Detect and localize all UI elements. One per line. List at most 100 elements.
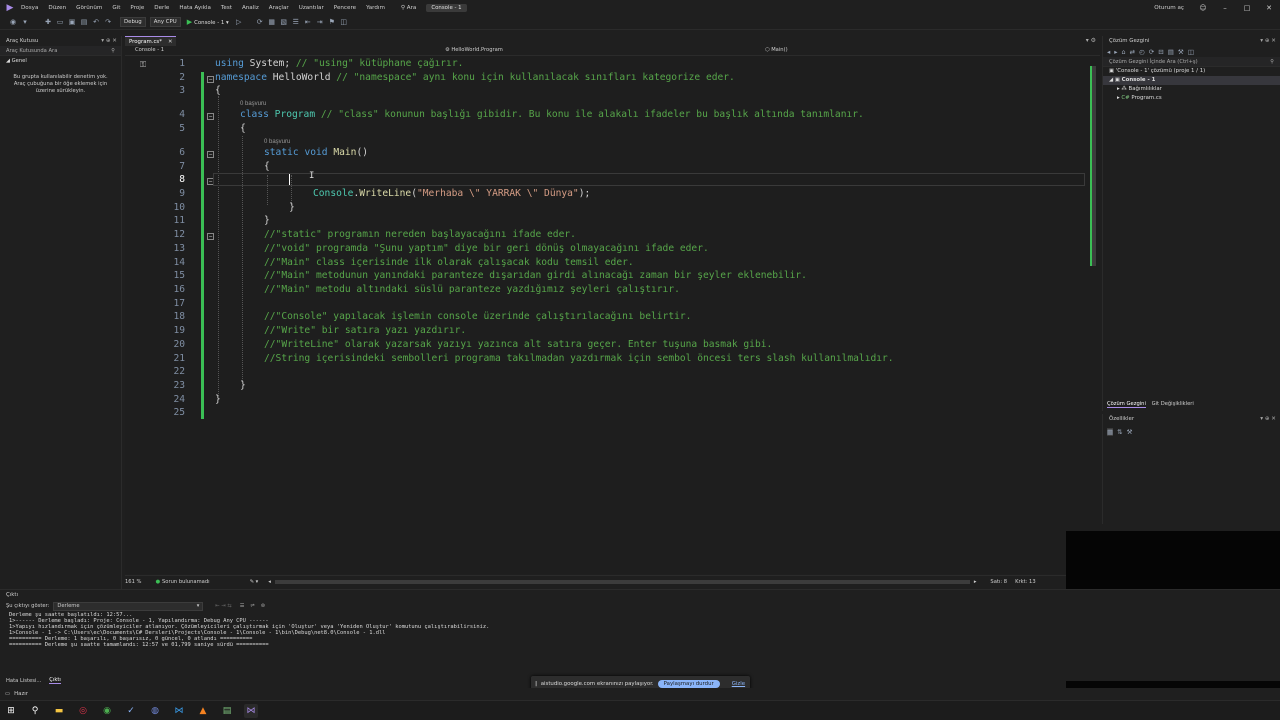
codelens-references[interactable]: 0 başvuru	[264, 139, 290, 145]
tab-error-list[interactable]: Hata Listesi...	[6, 678, 41, 684]
fold-toggle-icon[interactable]: −	[207, 151, 214, 158]
menu-git[interactable]: Git	[112, 5, 120, 11]
brush-icon[interactable]: ✎ ▾	[250, 579, 259, 585]
output-nav-icons[interactable]: ⇤ ⇥ ⇆	[215, 603, 231, 609]
search-button[interactable]: ⚲ Ara	[401, 5, 416, 11]
menu-test[interactable]: Test	[221, 5, 232, 11]
home-icon[interactable]: ⌂	[1122, 48, 1126, 56]
member-dropdown[interactable]: ⬡ Main()	[765, 47, 788, 53]
discord-icon[interactable]: ◍	[148, 704, 162, 718]
tab-program-cs[interactable]: Program.cs* ✕	[125, 36, 177, 46]
menu-file[interactable]: Dosya	[21, 5, 38, 11]
properties-icon[interactable]: ⚒	[1178, 48, 1184, 56]
new-item-icon[interactable]: ✚	[43, 17, 53, 27]
open-icon[interactable]: ▭	[55, 17, 65, 27]
maximize-button[interactable]: □	[1236, 4, 1258, 12]
platform-select[interactable]: Any CPU	[149, 17, 181, 27]
editor-vertical-scrollbar[interactable]	[1087, 56, 1100, 574]
toolbar-icon-a[interactable]: ▦	[267, 17, 277, 27]
drag-handle-icon[interactable]: ‖	[535, 681, 538, 687]
class-dropdown[interactable]: ⚙ HelloWorld.Program	[445, 47, 503, 53]
scroll-right-icon[interactable]: ▸	[974, 579, 977, 585]
clear-all-icon[interactable]: ☰	[240, 603, 245, 609]
toolbar-icon-f[interactable]: ◫	[339, 17, 349, 27]
project-dropdown[interactable]: Console - 1	[135, 47, 164, 53]
show-all-files-icon[interactable]: ▤	[1168, 48, 1174, 56]
menu-edit[interactable]: Düzen	[48, 5, 66, 11]
menu-extensions[interactable]: Uzantılar	[299, 5, 324, 11]
tree-solution-node[interactable]: ▣ 'Console - 1' çözümü (proje 1 / 1)	[1103, 67, 1280, 76]
output-source-select[interactable]: Derleme ▾	[53, 601, 204, 611]
tab-output[interactable]: Çıktı	[49, 677, 61, 684]
chrome-icon[interactable]: ◉	[100, 704, 114, 718]
run-button[interactable]: ▶ Console - 1 ▾	[187, 18, 229, 26]
tree-project-node[interactable]: ◢ ▣ Console - 1	[1103, 76, 1280, 85]
alphabetical-icon[interactable]: ⇅	[1117, 428, 1122, 436]
config-select[interactable]: Debug	[120, 17, 146, 27]
property-pages-icon[interactable]: ⚒	[1127, 428, 1133, 436]
close-tab-icon[interactable]: ✕	[168, 38, 173, 46]
fold-toggle-icon[interactable]: −	[207, 113, 214, 120]
collapse-all-icon[interactable]: ⊟	[1158, 48, 1163, 56]
tab-solution-explorer[interactable]: Çözüm Gezgini	[1107, 401, 1146, 408]
visual-studio-code-icon[interactable]: ⋈	[172, 704, 186, 718]
hot-reload-icon[interactable]: ⟳	[255, 17, 265, 27]
back-icon[interactable]: ◂	[1107, 48, 1110, 56]
fold-toggle-icon[interactable]: −	[207, 233, 214, 240]
zoom-level[interactable]: 161 %	[125, 579, 141, 585]
switch-views-icon[interactable]: ⇄	[1130, 48, 1135, 56]
solution-search-input[interactable]: Çözüm Gezgini İçinde Ara (Ctrl+ş) ⚲	[1103, 57, 1280, 67]
tab-git-changes[interactable]: Git Değişiklikleri	[1152, 401, 1194, 407]
menu-view[interactable]: Görünüm	[76, 5, 102, 11]
categorized-icon[interactable]: ▦	[1107, 427, 1114, 436]
pending-changes-icon[interactable]: ◴	[1139, 48, 1145, 56]
menu-tools[interactable]: Araçlar	[269, 5, 289, 11]
windows-icon[interactable]: ⊞	[4, 704, 18, 718]
redo-icon[interactable]: ↷	[103, 17, 113, 27]
hide-share-bar-link[interactable]: Gizle	[732, 681, 745, 687]
toolbar-icon-b[interactable]: ▧	[279, 17, 289, 27]
close-button[interactable]: ✕	[1258, 4, 1280, 12]
save-icon[interactable]: ▣	[67, 17, 77, 27]
menu-debug[interactable]: Hata Ayıkla	[179, 5, 211, 11]
menu-project[interactable]: Proje	[130, 5, 144, 11]
toolbar-icon-e[interactable]: ⇥	[315, 17, 325, 27]
menu-window[interactable]: Pencere	[334, 5, 356, 11]
toolbar-icon-c[interactable]: ☰	[291, 17, 301, 27]
opera-gx-icon[interactable]: ◎	[76, 704, 90, 718]
menu-analyze[interactable]: Analiz	[242, 5, 259, 11]
preview-icon[interactable]: ◫	[1188, 48, 1194, 56]
navigate-back-icon[interactable]: ◉	[8, 17, 18, 27]
scroll-left-icon[interactable]: ◂	[268, 579, 271, 585]
save-all-icon[interactable]: ▤	[79, 17, 89, 27]
minimize-button[interactable]: –	[1214, 4, 1236, 12]
panel-controls-icon[interactable]: ▾ ⊕ ✕	[1260, 414, 1276, 424]
toolbox-group-general[interactable]: ◢ Genel	[0, 56, 121, 66]
signin-link[interactable]: Oturum aç	[1154, 5, 1184, 11]
tree-file-node[interactable]: ▸ C# Program.cs	[1103, 94, 1280, 103]
filter-icon[interactable]: ⊜	[261, 603, 265, 609]
navigate-forward-icon[interactable]: ▾	[20, 17, 30, 27]
panel-controls-icon[interactable]: ▾ ⊕ ✕	[1260, 36, 1276, 46]
fold-toggle-icon[interactable]: −	[207, 76, 214, 83]
tab-overflow-icon[interactable]: ▾ ⚙	[1086, 37, 1096, 44]
code-editor[interactable]: ⚿ 1 2 3 4 5 6 7 8 9 10 11 12 13 14 15 16…	[125, 56, 1087, 574]
sync-icon[interactable]: ⟳	[1149, 48, 1154, 56]
bookmark-icon[interactable]: ⚑	[327, 17, 337, 27]
visual-studio-icon[interactable]: ⋈	[244, 703, 258, 718]
account-icon[interactable]: ☺	[1192, 4, 1214, 12]
word-wrap-icon[interactable]: ⇌	[250, 603, 254, 609]
file-explorer-icon[interactable]: ▬	[52, 704, 66, 718]
panel-controls-icon[interactable]: ▾ ⊕ ✕	[101, 36, 117, 46]
issues-status[interactable]: Sorun bulunamadı	[162, 579, 210, 585]
stop-sharing-button[interactable]: Paylaşmayı durdur	[657, 680, 720, 688]
notepad-icon[interactable]: ▤	[220, 704, 234, 718]
run-without-debug-icon[interactable]: ▷	[234, 17, 244, 27]
horizontal-scrollbar[interactable]	[274, 579, 970, 584]
undo-icon[interactable]: ↶	[91, 17, 101, 27]
toolbox-search-input[interactable]: Araç Kutusunda Ara ⚲	[0, 46, 121, 56]
tree-dependencies-node[interactable]: ▸ ⁂ Bağımlılıklar	[1103, 85, 1280, 94]
vscode-icon[interactable]: ✓	[124, 704, 138, 718]
toolbar-icon-d[interactable]: ⇤	[303, 17, 313, 27]
menu-help[interactable]: Yardım	[366, 5, 385, 11]
